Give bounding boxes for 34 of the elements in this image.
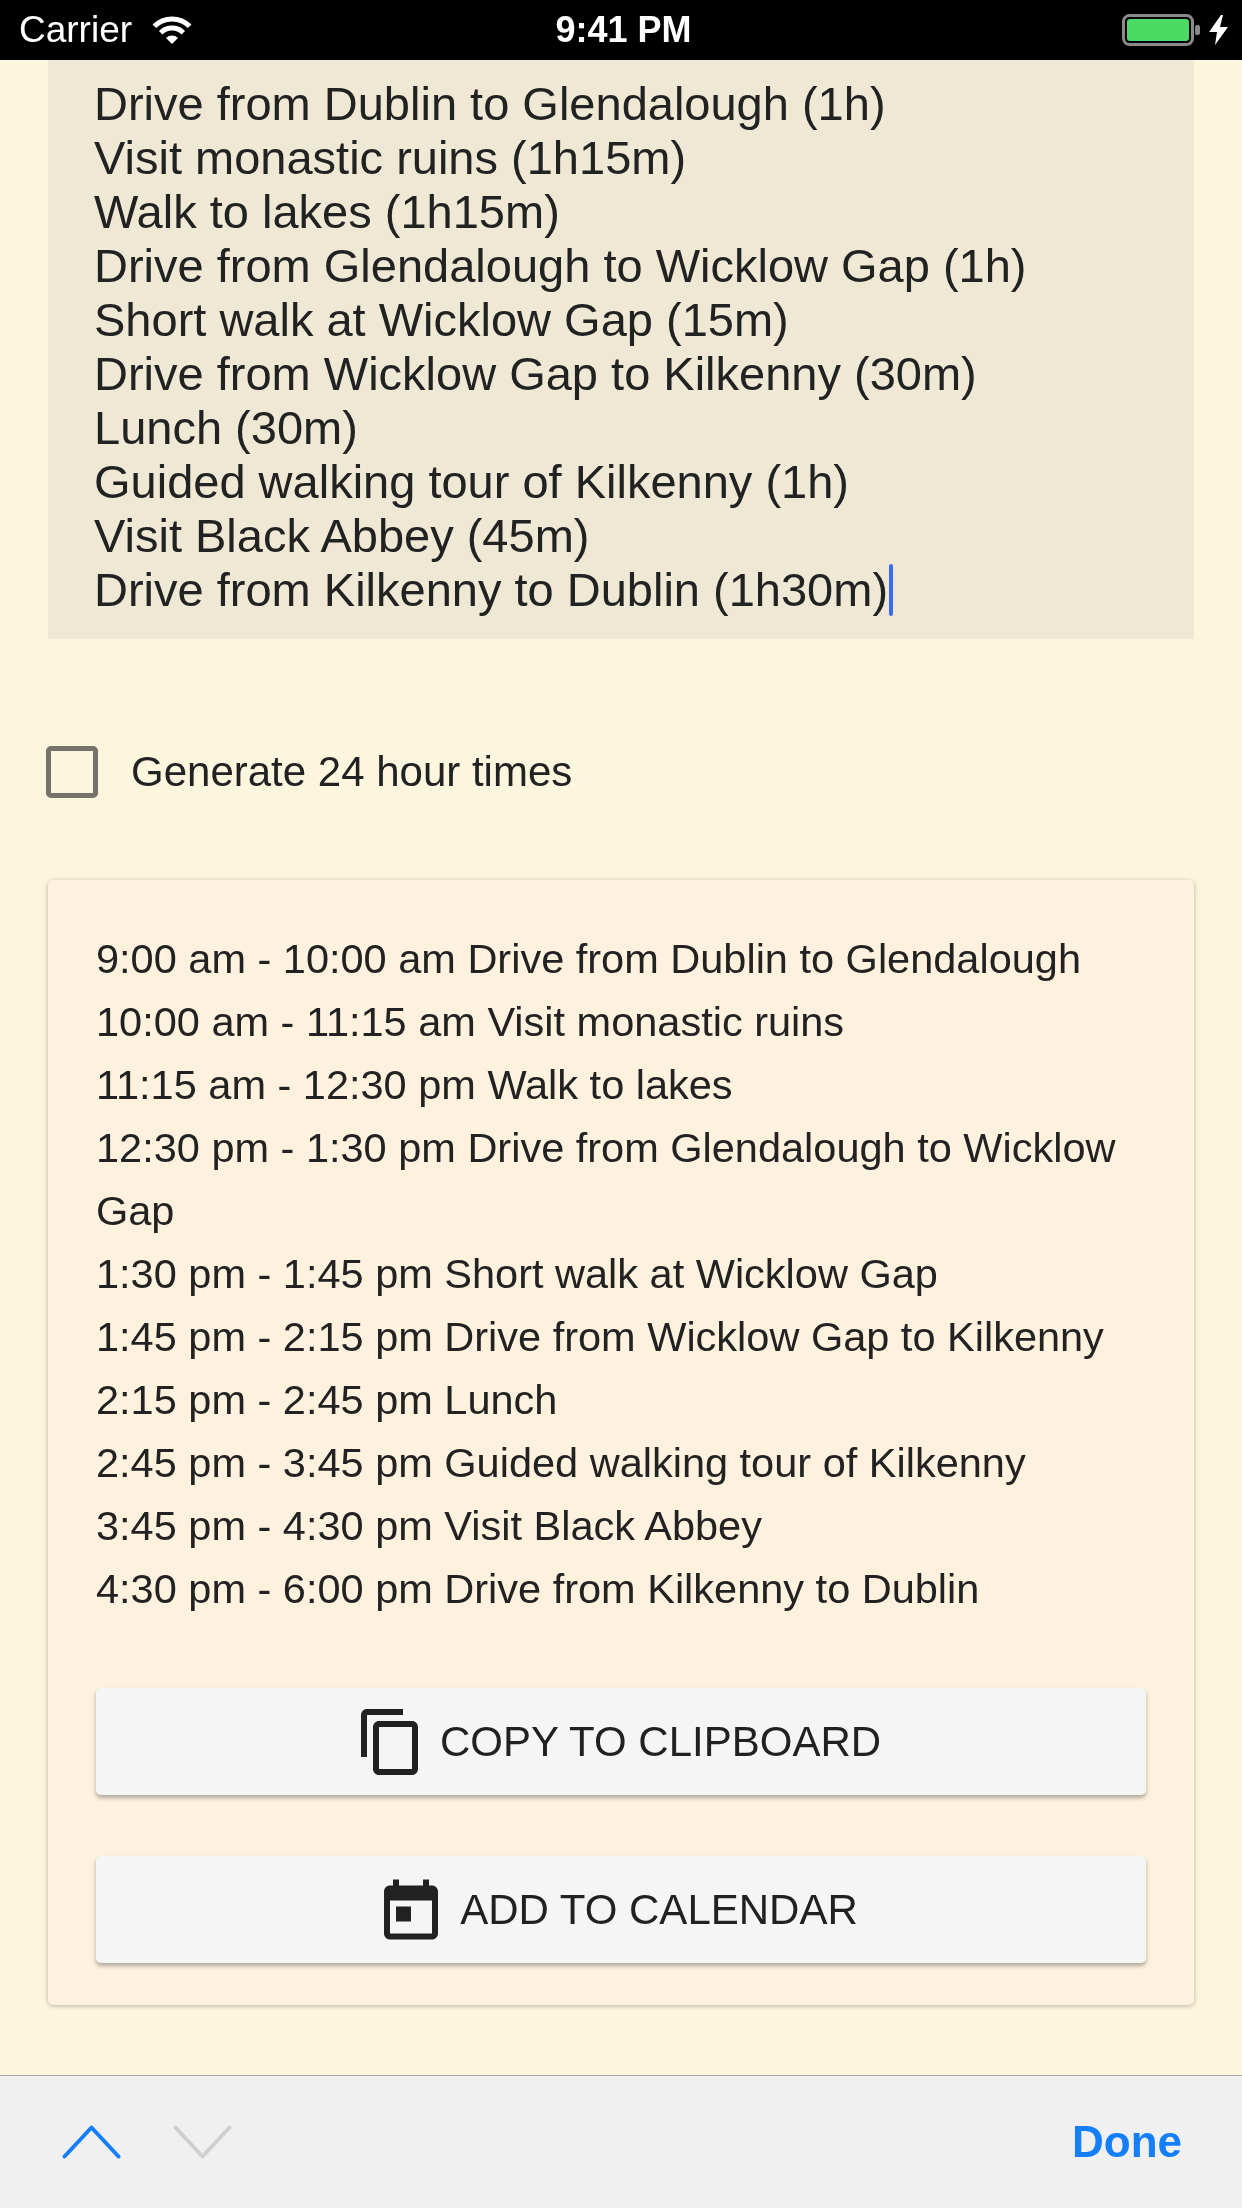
itinerary-line: Drive from Kilkenny to Dublin (1h30m) (94, 563, 889, 617)
itinerary-line: Guided walking tour of Kilkenny (1h) (94, 455, 849, 509)
itinerary-line: Lunch (30m) (94, 401, 358, 455)
itinerary-line: Walk to lakes (1h15m) (94, 185, 560, 239)
status-time: 9:41 PM (555, 9, 692, 51)
schedule-line: 1:30 pm - 1:45 pm Short walk at Wicklow Gap (96, 1249, 939, 1299)
schedule-line: 3:45 pm - 4:30 pm Visit Black Abbey (96, 1501, 763, 1551)
checkbox-label: Generate 24 hour times (131, 747, 573, 797)
itinerary-line: Drive from Glendalough to Wicklow Gap (1h) (94, 239, 1027, 293)
copy-button[interactable]: COPY TO CLIPBOARD (96, 1688, 1146, 1795)
itinerary-line: Drive from Wicklow Gap to Kilkenny (30m) (94, 347, 977, 401)
checkbox[interactable] (46, 746, 98, 798)
schedule-line: 10:00 am - 11:15 am Visit monastic ruins (96, 997, 846, 1047)
battery-icon (1122, 14, 1200, 46)
text-cursor-icon (889, 564, 894, 616)
schedule-line: 9:00 am - 10:00 am Drive from Dublin to Glendalough (96, 934, 1082, 984)
schedule-line: 2:15 pm - 2:45 pm Lunch (96, 1375, 559, 1425)
schedule-line: 4:30 pm - 6:00 pm Drive from Kilkenny to Dublin (96, 1564, 981, 1614)
itinerary-line: Visit Black Abbey (45m) (94, 509, 590, 563)
schedule-line: 1:45 pm - 2:15 pm Drive from Wicklow Gap to Kilkenny (96, 1312, 1105, 1362)
charging-bolt-icon (1209, 15, 1228, 45)
itinerary-line: Short walk at Wicklow Gap (15m) (94, 293, 789, 347)
chevron-up-icon[interactable] (62, 2125, 121, 2159)
calendar-button[interactable]: ADD TO CALENDAR (96, 1856, 1146, 1963)
itinerary-line: Drive from Dublin to Glendalough (1h) (94, 77, 886, 131)
itinerary-line: Visit monastic ruins (1h15m) (94, 131, 687, 185)
copy-icon (360, 1708, 418, 1775)
itinerary-text-field[interactable] (48, 60, 1194, 639)
schedule-line: 2:45 pm - 3:45 pm Guided walking tour of Kilkenny (96, 1438, 1027, 1488)
schedule-line: 11:15 am - 12:30 pm Walk to lakes (96, 1060, 734, 1110)
wifi-icon (151, 15, 194, 45)
carrier-label: Carrier (19, 9, 133, 51)
calendar-icon (384, 1879, 439, 1940)
schedule-line: 12:30 pm - 1:30 pm Drive from Glendalough to Wicklow Gap (96, 1123, 1117, 1236)
